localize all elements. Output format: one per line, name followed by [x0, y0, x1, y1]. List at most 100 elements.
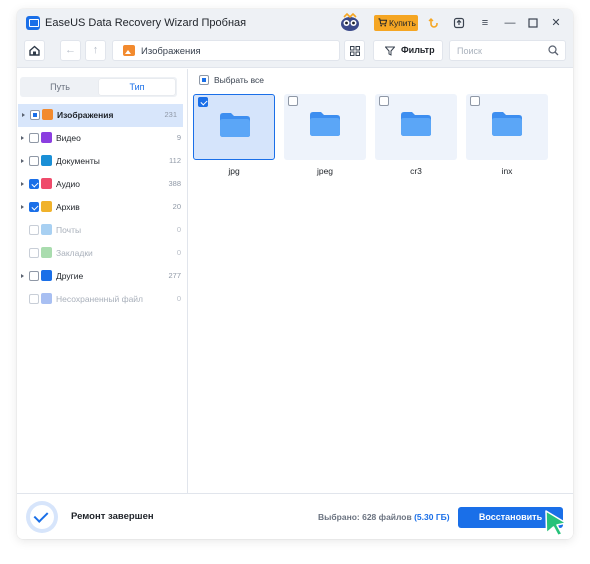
item-count: 277: [168, 271, 181, 280]
documents-icon: [41, 155, 52, 166]
archive-checkbox[interactable]: [29, 202, 39, 212]
folder-label: jpeg: [316, 166, 334, 176]
status-footer: Ремонт завершен Выбрано: 628 файлов (5.3…: [17, 493, 573, 539]
folder-icon: [310, 112, 340, 136]
view-switch: Путь Тип: [20, 77, 177, 97]
images-icon: [42, 109, 53, 120]
unsaved-checkbox[interactable]: [29, 294, 39, 304]
maximize-icon[interactable]: [525, 15, 541, 31]
file-grid-area: Выбрать все jpg jpeg cr3 inx: [189, 69, 573, 493]
close-icon[interactable]: ✕: [548, 15, 564, 31]
category-list: Изображения 231 Видео 9 Документы 112 Ау…: [17, 104, 187, 311]
status-check-icon: [26, 501, 58, 533]
search-box: [449, 40, 566, 61]
sidebar-item-bookmarks[interactable]: Закладки 0: [17, 242, 187, 265]
selection-size: (5.30 ГБ): [414, 512, 450, 522]
folder-checkbox[interactable]: [379, 96, 389, 106]
expand-arrow-icon[interactable]: [21, 274, 24, 278]
filter-button[interactable]: Фильтр: [373, 40, 443, 61]
audio-icon: [41, 178, 52, 189]
sidebar-item-other[interactable]: Другие 277: [17, 265, 187, 288]
folder-checkbox[interactable]: [288, 96, 298, 106]
search-icon[interactable]: [548, 45, 559, 56]
bookmark-icon: [41, 247, 52, 258]
sidebar-item-video[interactable]: Видео 9: [17, 127, 187, 150]
sidebar-item-images[interactable]: Изображения 231: [18, 104, 183, 127]
selection-summary: Выбрано: 628 файлов (5.30 ГБ): [318, 512, 450, 522]
sidebar-item-label: Видео: [56, 133, 81, 143]
toolbar: ← ↑ Изображения Фильтр: [17, 37, 573, 68]
buy-label: Купить: [389, 18, 416, 28]
video-checkbox[interactable]: [29, 133, 39, 143]
mail-checkbox[interactable]: [29, 225, 39, 235]
arrow-up-icon: ↑: [92, 44, 99, 56]
folder-tile-inx[interactable]: [466, 94, 548, 160]
folder-tile-jpg[interactable]: [193, 94, 275, 160]
expand-arrow-icon[interactable]: [21, 136, 24, 140]
other-files-icon: [41, 270, 52, 281]
item-count: 231: [164, 110, 177, 119]
up-button[interactable]: ↑: [85, 40, 106, 61]
folder-icon: [220, 113, 250, 137]
mail-icon: [41, 224, 52, 235]
grid-view-icon: [350, 46, 360, 56]
buy-button[interactable]: Купить: [374, 15, 418, 31]
back-button[interactable]: ←: [60, 40, 81, 61]
item-count: 0: [176, 248, 181, 257]
breadcrumb[interactable]: Изображения: [112, 40, 340, 61]
expand-arrow-icon[interactable]: [21, 205, 24, 209]
rewind-icon[interactable]: [426, 15, 442, 31]
folder-checkbox[interactable]: [198, 97, 208, 107]
folder-icon: [401, 112, 431, 136]
tab-type[interactable]: Тип: [99, 79, 175, 95]
folder-label: inx: [501, 166, 513, 176]
folder-tile-jpeg[interactable]: [284, 94, 366, 160]
unsaved-file-icon: [41, 293, 52, 304]
sidebar-item-label: Архив: [56, 202, 80, 212]
home-button[interactable]: [24, 40, 45, 61]
select-all-checkbox[interactable]: [199, 75, 209, 85]
folder-checkbox[interactable]: [470, 96, 480, 106]
select-all-label: Выбрать все: [214, 75, 264, 85]
sidebar-item-label: Аудио: [56, 179, 80, 189]
sidebar-item-mail[interactable]: Почты 0: [17, 219, 187, 242]
folder-tile-cr3[interactable]: [375, 94, 457, 160]
folder-icon: [492, 112, 522, 136]
sidebar-item-label: Несохраненный файл: [56, 294, 144, 304]
title-bar: EaseUS Data Recovery Wizard Пробная Купи…: [17, 9, 573, 37]
tab-path[interactable]: Путь: [22, 79, 98, 95]
filter-icon: [385, 46, 395, 56]
documents-checkbox[interactable]: [29, 156, 39, 166]
sidebar-item-label: Почты: [56, 225, 82, 235]
view-mode-button[interactable]: [344, 40, 365, 61]
cart-icon: [378, 18, 387, 27]
app-window: EaseUS Data Recovery Wizard Пробная Купи…: [17, 9, 573, 539]
images-checkbox[interactable]: [30, 110, 40, 120]
minimize-icon[interactable]: —: [502, 15, 518, 31]
audio-checkbox[interactable]: [29, 179, 39, 189]
sidebar-item-label: Другие: [56, 271, 84, 281]
video-icon: [41, 132, 52, 143]
expand-arrow-icon[interactable]: [22, 113, 25, 117]
sidebar-item-audio[interactable]: Аудио 388: [17, 173, 187, 196]
item-count: 20: [172, 202, 181, 211]
filter-label: Фильтр: [401, 45, 435, 55]
app-logo-icon: [26, 16, 40, 30]
item-count: 388: [168, 179, 181, 188]
expand-arrow-icon[interactable]: [21, 182, 24, 186]
sidebar-item-archive[interactable]: Архив 20: [17, 196, 187, 219]
bookmarks-checkbox[interactable]: [29, 248, 39, 258]
window-title: EaseUS Data Recovery Wizard Пробная: [45, 17, 247, 29]
images-icon: [123, 45, 135, 56]
sidebar: Путь Тип Изображения 231 Видео 9 Докумен…: [17, 69, 188, 493]
menu-icon[interactable]: ≡: [477, 15, 493, 31]
home-icon: [29, 45, 40, 56]
search-input[interactable]: [457, 44, 547, 58]
mascot-icon[interactable]: [339, 12, 361, 32]
item-count: 0: [176, 294, 181, 303]
sidebar-item-documents[interactable]: Документы 112: [17, 150, 187, 173]
sidebar-item-unsaved[interactable]: Несохраненный файл 0: [17, 288, 187, 311]
expand-arrow-icon[interactable]: [21, 159, 24, 163]
other-checkbox[interactable]: [29, 271, 39, 281]
export-icon[interactable]: [451, 15, 467, 31]
